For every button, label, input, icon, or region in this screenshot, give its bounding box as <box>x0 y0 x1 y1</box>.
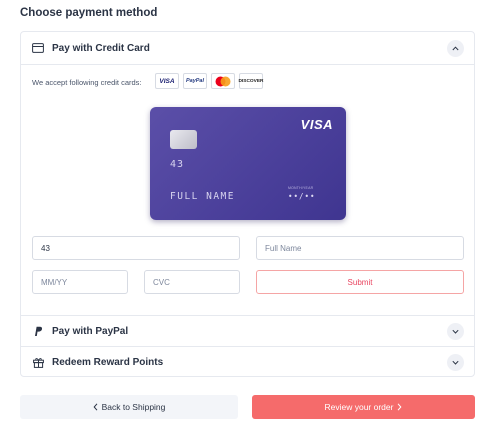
card-expiry-label: MONTH/YEAR <box>288 186 314 190</box>
card-name-display: FULL NAME <box>170 191 235 202</box>
mastercard-logo <box>211 73 235 89</box>
expand-paypal-button[interactable] <box>447 322 464 340</box>
collapse-credit-card-button[interactable] <box>447 39 464 57</box>
paypal-title: Pay with PayPal <box>52 325 129 337</box>
card-brand: VISA <box>300 117 333 132</box>
expand-reward-points-button[interactable] <box>447 353 464 371</box>
reward-points-title: Redeem Reward Points <box>52 356 164 368</box>
accepted-cards-logos: VISA PayPal DISCOVER <box>155 73 264 89</box>
submit-button[interactable]: Submit <box>256 270 464 294</box>
paypal-header[interactable]: Pay with PayPal <box>21 315 474 347</box>
credit-card-header[interactable]: Pay with Credit Card <box>21 32 474 64</box>
accepted-cards-text: We accept following credit cards: <box>32 78 142 87</box>
expiry-input[interactable] <box>32 270 128 294</box>
full-name-input[interactable] <box>256 236 464 260</box>
back-to-shipping-label: Back to Shipping <box>101 402 166 412</box>
discover-logo: DISCOVER <box>238 73 264 89</box>
card-expiry-display: ••/•• <box>288 192 316 201</box>
card-chip-icon <box>170 130 197 149</box>
credit-card-icon <box>31 41 45 55</box>
divider <box>21 64 474 65</box>
chevron-up-icon <box>452 45 459 50</box>
chevron-down-icon <box>452 329 459 334</box>
chevron-right-icon <box>398 403 402 411</box>
card-preview: VISA 43 FULL NAME MONTH/YEAR ••/•• <box>150 107 346 220</box>
gift-icon <box>31 355 45 369</box>
cvc-input[interactable] <box>144 270 240 294</box>
review-order-button[interactable]: Review your order <box>252 395 475 419</box>
reward-points-header[interactable]: Redeem Reward Points <box>21 346 474 378</box>
chevron-down-icon <box>452 360 459 365</box>
paypal-icon <box>31 324 45 338</box>
payment-accordion: Pay with Credit Card We accept following… <box>20 31 475 377</box>
credit-card-title: Pay with Credit Card <box>52 42 150 54</box>
paypal-logo: PayPal <box>183 73 207 89</box>
visa-logo: VISA <box>155 73 179 89</box>
review-order-label: Review your order <box>324 402 394 412</box>
chevron-left-icon <box>93 403 97 411</box>
page-title: Choose payment method <box>20 7 158 19</box>
card-number-display: 43 <box>170 159 185 170</box>
back-to-shipping-button[interactable]: Back to Shipping <box>20 395 238 419</box>
card-number-input[interactable] <box>32 236 240 260</box>
